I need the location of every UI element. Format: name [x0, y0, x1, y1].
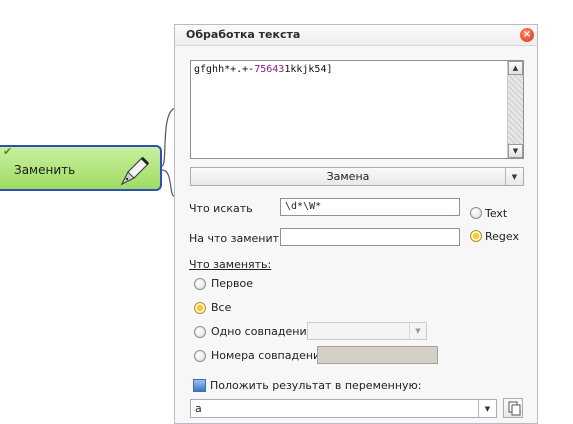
chevron-down-icon[interactable]: ▼	[505, 168, 523, 185]
chevron-down-icon[interactable]: ▼	[478, 400, 496, 417]
first-radio[interactable]	[194, 278, 206, 290]
match-index-dropdown[interactable]: ▼	[307, 322, 427, 340]
pen-icon	[120, 156, 150, 186]
replace-action-node[interactable]: ✔ Заменить	[0, 145, 162, 191]
scroll-up-icon[interactable]: ▲	[508, 61, 523, 75]
operation-value: Замена	[326, 170, 370, 183]
scroll-down-icon[interactable]: ▼	[508, 144, 523, 158]
single-match-label: Одно совпадение	[211, 325, 314, 338]
editor-text-prefix: gfghh*+.+-	[194, 64, 255, 75]
mode-regex-label: Regex	[485, 230, 519, 243]
copy-icon	[508, 401, 521, 416]
find-label: Что искать	[189, 202, 253, 215]
mode-text-label: Text	[485, 207, 508, 220]
checkmark-icon: ✔	[3, 145, 13, 158]
all-label: Все	[211, 301, 232, 314]
mode-text-radio[interactable]	[470, 207, 482, 219]
match-numbers-label: Номера совпадений	[211, 349, 328, 362]
match-numbers-radio[interactable]	[194, 350, 206, 362]
editor-content: gfghh*+.+-756431kkjk54]	[194, 64, 333, 75]
editor-text-number: 75643	[254, 64, 285, 75]
dialog-title: Обработка текста	[186, 28, 301, 41]
first-label: Первое	[211, 277, 254, 290]
operation-dropdown[interactable]: Замена ▼	[190, 167, 524, 186]
mode-regex-radio[interactable]	[470, 230, 482, 242]
editor-scrollbar[interactable]: ▲ ▼	[507, 61, 523, 158]
variable-dropdown[interactable]: a ▼	[190, 399, 497, 418]
variable-value: a	[195, 402, 202, 415]
node-label: Заменить	[14, 163, 76, 177]
save-result-checkbox[interactable]	[193, 379, 206, 392]
dialog-titlebar: Обработка текста ×	[175, 25, 537, 46]
replace-input[interactable]	[280, 228, 460, 246]
what-replace-label: Что заменять:	[189, 258, 272, 271]
editor-text-suffix: 1kkjk54]	[284, 64, 333, 75]
replace-label: На что заменить	[189, 232, 286, 245]
all-radio[interactable]	[194, 302, 206, 314]
single-match-radio[interactable]	[194, 326, 206, 338]
chevron-down-icon[interactable]: ▼	[409, 323, 426, 339]
input-text-editor[interactable]: gfghh*+.+-756431kkjk54] ▲ ▼	[190, 60, 524, 159]
close-icon[interactable]: ×	[520, 28, 534, 42]
find-input[interactable]: \d*\W*	[280, 198, 460, 216]
text-processing-dialog: Обработка текста × gfghh*+.+-756431kkjk5…	[174, 24, 538, 424]
copy-variable-button[interactable]	[503, 398, 523, 418]
match-numbers-input[interactable]	[317, 346, 438, 364]
save-result-label: Положить результат в переменную:	[210, 379, 422, 392]
